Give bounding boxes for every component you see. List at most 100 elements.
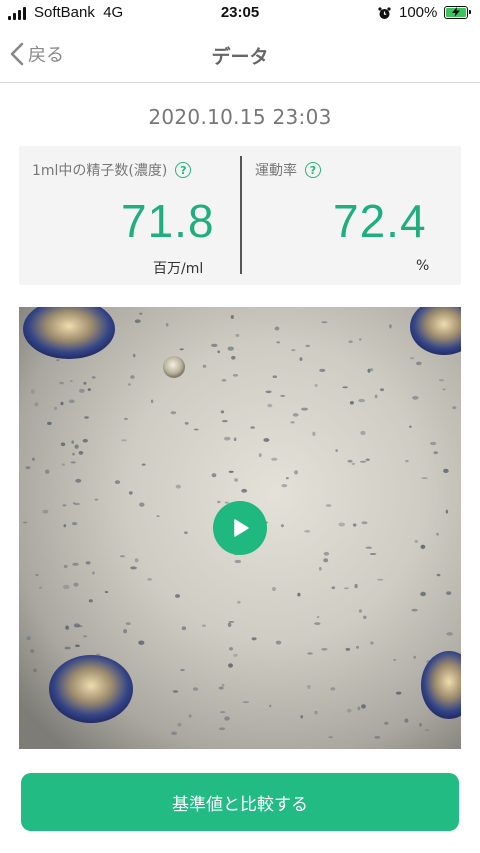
- sperm-cell: [114, 480, 121, 485]
- sperm-cell: [420, 591, 426, 597]
- concentration-help-icon[interactable]: ?: [175, 162, 192, 178]
- sperm-cell: [31, 457, 35, 461]
- concentration-label: 1ml中の精子数(濃度): [32, 163, 168, 179]
- sperm-cell: [353, 523, 357, 527]
- sperm-cell: [258, 453, 262, 457]
- sperm-cell: [71, 440, 74, 444]
- sperm-cell: [60, 442, 66, 447]
- sperm-cell: [323, 558, 329, 563]
- sperm-cell: [92, 571, 95, 575]
- motility-help-icon[interactable]: ?: [305, 162, 321, 178]
- sperm-cell: [220, 711, 226, 714]
- concentration-value: 71.8: [121, 195, 215, 247]
- sperm-cell: [222, 419, 228, 423]
- sperm-cell: [328, 736, 333, 738]
- status-bar: SoftBank 4G 23:05 100%: [0, 0, 480, 28]
- sperm-cell: [267, 403, 273, 408]
- compare-with-reference-button[interactable]: 基準値と比較する: [21, 773, 459, 831]
- sperm-cell: [179, 348, 184, 351]
- sperm-cell: [357, 706, 361, 711]
- sperm-cell: [123, 629, 127, 634]
- sperm-cell: [356, 645, 359, 649]
- sperm-cell: [321, 648, 328, 651]
- sperm-cell: [42, 509, 49, 514]
- sperm-cell: [139, 312, 143, 315]
- sperm-cell: [369, 553, 377, 555]
- sperm-cell: [26, 636, 31, 641]
- sperm-cell: [130, 375, 135, 379]
- sperm-cell: [184, 531, 188, 534]
- sperm-cell: [22, 521, 28, 524]
- sperm-cell: [316, 615, 320, 619]
- navigation-bar: 戻る データ: [0, 28, 480, 83]
- sperm-cell: [312, 431, 316, 436]
- sperm-cell: [446, 632, 453, 636]
- sperm-cell: [172, 690, 179, 693]
- sperm-cell: [365, 546, 372, 549]
- sperm-cell: [301, 407, 308, 411]
- sperm-cell: [409, 425, 412, 428]
- sperm-cell: [314, 710, 318, 715]
- sperm-cell: [361, 521, 368, 525]
- play-icon: [234, 519, 249, 537]
- sperm-cell: [91, 376, 96, 379]
- sperm-cell: [25, 466, 31, 470]
- sperm-cell: [439, 379, 444, 382]
- sperm-cell: [134, 558, 139, 563]
- sperm-cell: [305, 344, 311, 348]
- sperm-cell: [442, 388, 446, 391]
- sperm-cell: [425, 728, 430, 732]
- page-title: データ: [211, 46, 269, 68]
- sperm-cell: [33, 668, 37, 673]
- sperm-cell: [304, 530, 311, 533]
- sperm-cell: [271, 457, 278, 461]
- sperm-cell: [132, 353, 136, 358]
- sperm-cell: [271, 586, 277, 592]
- sperm-cell: [192, 687, 199, 691]
- sperm-cell: [234, 559, 242, 564]
- sperm-cell: [72, 562, 79, 566]
- sperm-cell: [233, 437, 237, 442]
- sperm-cell: [45, 469, 50, 474]
- sperm-cell: [87, 388, 91, 391]
- sperm-cell: [233, 653, 238, 657]
- sperm-cell: [221, 379, 227, 382]
- sperm-cell: [228, 470, 234, 473]
- sperm-cell: [73, 582, 79, 587]
- sperm-cell: [389, 324, 392, 329]
- sperm-cell: [325, 504, 332, 507]
- sperm-cell: [263, 438, 270, 442]
- motility-label-row: 運動率 ?: [255, 160, 321, 180]
- microscope-video[interactable]: [19, 307, 461, 749]
- sperm-cell: [377, 578, 384, 581]
- sperm-cell: [211, 343, 218, 347]
- sperm-cell: [134, 319, 141, 323]
- sperm-cell: [290, 421, 295, 424]
- play-button[interactable]: [213, 501, 267, 555]
- sperm-cell: [365, 458, 370, 461]
- sperm-cell: [175, 594, 180, 598]
- sperm-cell: [228, 621, 235, 623]
- sperm-cell: [235, 333, 240, 337]
- sperm-cell: [231, 355, 236, 360]
- motility-value: 72.4: [333, 195, 427, 247]
- sperm-cell: [280, 524, 284, 528]
- sperm-cell: [229, 647, 233, 651]
- sperm-cell: [69, 379, 73, 383]
- sperm-cell: [433, 451, 438, 455]
- sperm-cell: [104, 591, 109, 593]
- sperm-cell: [361, 704, 366, 709]
- sperm-cell: [443, 468, 449, 473]
- sperm-cell: [85, 561, 91, 565]
- concentration-unit: 百万/ml: [153, 261, 204, 277]
- sperm-cell: [123, 417, 128, 421]
- battery-percent: 100%: [399, 4, 438, 21]
- sperm-cell: [445, 509, 449, 514]
- sperm-cell: [412, 395, 419, 400]
- sperm-cell: [34, 402, 39, 407]
- sperm-cell: [250, 426, 255, 429]
- battery-charging-icon: [444, 6, 471, 19]
- sperm-cell: [360, 430, 366, 436]
- sperm-cell: [370, 641, 374, 645]
- sperm-cell: [359, 460, 367, 463]
